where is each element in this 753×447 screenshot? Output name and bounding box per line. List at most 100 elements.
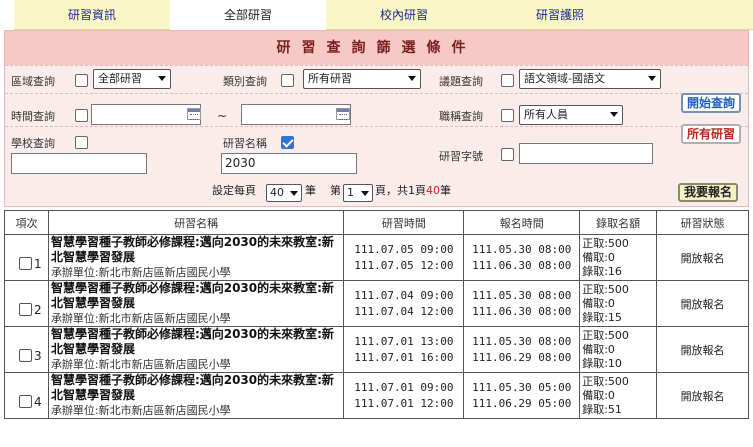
study-time-cell: 111.07.01 13:00 111.07.01 16:00	[343, 326, 465, 373]
header-state: 研習狀態	[656, 210, 749, 235]
quota-cell: 正取:500 備取:0 錄取:51	[579, 372, 658, 419]
study-time-cell: 111.07.01 09:00 111.07.01 12:00	[343, 372, 465, 419]
calendar-icon[interactable]	[187, 108, 201, 120]
table-row: 4 智慧學習種子教師必修課程:邁向2030的未來教室:新北智慧學習發展 承辦單位:…	[4, 372, 749, 419]
row-number: 1	[34, 257, 42, 271]
time-end-input[interactable]	[241, 104, 351, 125]
study-end: 111.07.04 12:00	[354, 304, 454, 318]
course-cell: 智慧學習種子教師必修課程:邁向2030的未來教室:新北智慧學習發展 承辦單位:新北…	[47, 280, 345, 327]
quota-wait: 備取:0	[582, 388, 615, 402]
table-row: 1 智慧學習種子教師必修課程:邁向2030的未來教室:新北智慧學習發展 承辦單位:…	[4, 234, 749, 281]
chevron-down-icon	[648, 76, 656, 81]
page-suffix: 頁，共	[375, 184, 408, 197]
region-select-value: 全部研習	[98, 72, 142, 85]
study-start: 111.07.01 13:00	[354, 334, 454, 348]
row-checkbox[interactable]	[19, 395, 32, 408]
course-title-link[interactable]: 智慧學習種子教師必修課程:邁向2030的未來教室:新北智慧學習發展	[51, 235, 344, 265]
reg-start: 111.05.30 05:00	[472, 380, 572, 394]
per-page-select[interactable]: 40	[266, 184, 302, 202]
calendar-icon[interactable]	[336, 108, 350, 120]
chevron-down-icon	[361, 191, 369, 196]
study-start: 111.07.05 09:00	[354, 242, 454, 256]
row-checkbox[interactable]	[19, 303, 32, 316]
region-checkbox[interactable]	[75, 74, 88, 87]
course-no-label: 研習字號	[439, 150, 483, 163]
all-study-button[interactable]: 所有研習	[681, 124, 741, 144]
search-button[interactable]: 開始查詢	[681, 93, 741, 113]
table-row: 2 智慧學習種子教師必修課程:邁向2030的未來教室:新北智慧學習發展 承辦單位:…	[4, 280, 749, 327]
course-organizer: 承辦單位:新北市新店區新店國民小學	[50, 404, 231, 417]
topic-label: 議題查詢	[439, 75, 483, 88]
course-title-link[interactable]: 智慧學習種子教師必修課程:邁向2030的未來教室:新北智慧學習發展	[51, 373, 344, 403]
reg-start: 111.05.30 08:00	[472, 288, 572, 302]
quota-main: 正取:500	[582, 236, 629, 250]
study-time-cell: 111.07.04 09:00 111.07.04 12:00	[343, 280, 465, 327]
role-checkbox[interactable]	[501, 109, 514, 122]
topic-checkbox[interactable]	[501, 74, 514, 87]
course-name-input[interactable]: 2030	[221, 153, 357, 174]
tab-study-passport[interactable]: 研習護照	[482, 0, 638, 30]
role-label: 職稱查詢	[439, 110, 483, 123]
chevron-down-icon	[158, 76, 166, 81]
row-checkbox[interactable]	[19, 257, 32, 270]
my-signup-button[interactable]: 我要報名	[678, 183, 738, 202]
panel-title: 研習查詢篩選條件	[5, 31, 748, 65]
role-select[interactable]: 所有人員	[519, 105, 623, 125]
topic-select-value: 語文領域-國語文	[524, 72, 605, 85]
divider	[5, 93, 748, 94]
school-input[interactable]	[11, 153, 147, 174]
course-name-checkbox[interactable]	[281, 136, 294, 149]
reg-end: 111.06.29 08:00	[472, 350, 572, 364]
category-checkbox[interactable]	[281, 74, 294, 87]
per-page-prefix: 設定每頁	[212, 184, 256, 197]
row-checkbox[interactable]	[19, 349, 32, 362]
tab-study-info[interactable]: 研習資訊	[14, 0, 170, 30]
region-select[interactable]: 全部研習	[93, 69, 171, 89]
quota-wait: 備取:0	[582, 296, 615, 310]
study-time-cell: 111.07.05 09:00 111.07.05 12:00	[343, 234, 465, 281]
time-label: 時間查詢	[11, 110, 55, 123]
course-no-input[interactable]	[519, 143, 653, 164]
category-select[interactable]: 所有研習	[303, 69, 421, 89]
page-value: 1	[347, 186, 354, 199]
per-page-unit: 筆	[305, 184, 316, 197]
quota-main: 正取:500	[582, 328, 629, 342]
study-start: 111.07.04 09:00	[354, 288, 454, 302]
topic-select[interactable]: 語文領域-國語文	[519, 69, 661, 89]
state-cell: 開放報名	[656, 326, 749, 373]
divider	[5, 126, 748, 127]
time-start-input[interactable]	[91, 104, 201, 125]
state-cell: 開放報名	[656, 372, 749, 419]
tab-all-study[interactable]: 全部研習	[170, 0, 326, 30]
chevron-down-icon	[408, 76, 416, 81]
course-organizer: 承辦單位:新北市新店區新店國民小學	[50, 266, 231, 279]
course-cell: 智慧學習種子教師必修課程:邁向2030的未來教室:新北智慧學習發展 承辦單位:新北…	[47, 234, 345, 281]
quota-cell: 正取:500 備取:0 錄取:15	[579, 280, 658, 327]
quota-admitted: 錄取:51	[582, 402, 622, 416]
row-number-cell: 2	[4, 280, 49, 327]
course-title-link[interactable]: 智慧學習種子教師必修課程:邁向2030的未來教室:新北智慧學習發展	[51, 281, 344, 311]
table-row: 3 智慧學習種子教師必修課程:邁向2030的未來教室:新北智慧學習發展 承辦單位:…	[4, 326, 749, 373]
reg-time-cell: 111.05.30 05:00 111.06.29 05:00	[463, 372, 581, 419]
page-select[interactable]: 1	[343, 184, 373, 202]
course-no-checkbox[interactable]	[501, 148, 514, 161]
course-cell: 智慧學習種子教師必修課程:邁向2030的未來教室:新北智慧學習發展 承辦單位:新北…	[47, 372, 345, 419]
study-end: 111.07.01 12:00	[354, 396, 454, 410]
course-name-value: 2030	[225, 156, 256, 170]
school-checkbox[interactable]	[75, 136, 88, 149]
time-checkbox[interactable]	[75, 109, 88, 122]
course-name-label: 研習名稱	[223, 137, 267, 150]
tab-bar: 研習資訊 全部研習 校內研習 研習護照	[0, 0, 753, 30]
chevron-down-icon	[610, 112, 618, 117]
quota-admitted: 錄取:15	[582, 310, 622, 324]
row-number-cell: 3	[4, 326, 49, 373]
reg-end: 111.06.30 08:00	[472, 258, 572, 272]
chevron-down-icon	[290, 191, 298, 196]
header-study-time: 研習時間	[343, 210, 465, 235]
course-title-link[interactable]: 智慧學習種子教師必修課程:邁向2030的未來教室:新北智慧學習發展	[51, 327, 344, 357]
pages-word: 頁	[415, 184, 426, 197]
category-select-value: 所有研習	[308, 72, 352, 85]
tab-school-study[interactable]: 校內研習	[326, 0, 482, 30]
role-select-value: 所有人員	[524, 108, 568, 121]
reg-start: 111.05.30 08:00	[472, 242, 572, 256]
